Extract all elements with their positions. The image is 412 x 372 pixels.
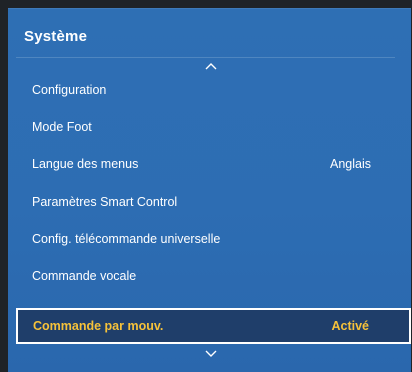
menu-item-value: Activé: [331, 319, 369, 333]
chevron-up-icon[interactable]: [205, 61, 217, 73]
menu-item-smart-control[interactable]: Paramètres Smart Control: [16, 189, 395, 215]
menu-item-label: Configuration: [32, 83, 107, 97]
menu-item-value: Anglais: [330, 157, 371, 171]
menu-item-label: Config. télécommande universelle: [32, 232, 221, 246]
menu-item-label: Paramètres Smart Control: [32, 195, 178, 209]
chevron-down-icon[interactable]: [205, 347, 217, 359]
menu-item-label: Commande par mouv.: [33, 319, 164, 333]
menu-item-telecommande-universelle[interactable]: Config. télécommande universelle: [16, 226, 395, 252]
menu-item-commande-par-mouv-selected[interactable]: Commande par mouv. Activé: [16, 308, 411, 344]
menu-item-configuration[interactable]: Configuration: [16, 77, 395, 103]
menu-item-label: Langue des menus: [32, 157, 139, 171]
title-divider: [16, 57, 395, 58]
menu-item-mode-foot[interactable]: Mode Foot: [16, 114, 395, 140]
menu-item-langue-des-menus[interactable]: Langue des menus Anglais: [16, 151, 395, 177]
menu-item-commande-vocale[interactable]: Commande vocale: [16, 263, 395, 289]
menu-title: Système: [24, 28, 88, 45]
menu-item-label: Commande vocale: [32, 269, 137, 283]
menu-item-label: Mode Foot: [32, 120, 92, 134]
